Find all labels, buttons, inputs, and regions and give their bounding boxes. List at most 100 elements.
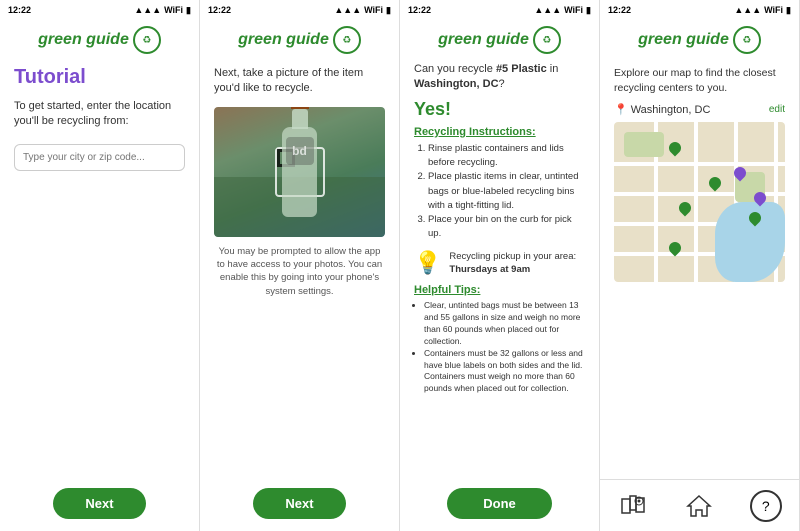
map-description: Explore our map to find the closest recy… xyxy=(614,66,785,95)
helpful-title: Helpful Tips: xyxy=(414,284,585,296)
pickup-time: Thursdays at 9am xyxy=(449,264,530,275)
app-header-1: green guide ♻ xyxy=(0,20,199,58)
signal-icon-4: ▲▲▲ xyxy=(734,5,761,15)
wifi-icon-3: WiFi xyxy=(564,5,583,15)
yes-text: Yes! xyxy=(414,99,585,120)
logo-circle-1: ♻ xyxy=(133,26,161,54)
instruction-1: Rinse plastic containers and lids before… xyxy=(428,142,585,171)
location-pin-icon: 📍 xyxy=(614,103,628,116)
screen4-content: Explore our map to find the closest recy… xyxy=(600,58,799,479)
bottle-body: bd xyxy=(282,127,317,217)
screen3-button-area: Done xyxy=(400,480,599,531)
bottle-image: bd xyxy=(214,107,385,237)
lightbulb-icon: 💡 xyxy=(414,250,441,276)
battery-icon-4: ▮ xyxy=(786,5,791,16)
screen3-main: Can you recycle #5 Plastic in Washington… xyxy=(400,58,599,480)
screen-camera: 12:22 ▲▲▲ WiFi ▮ green guide ♻ Next, tak… xyxy=(200,0,400,531)
instruction-3: Place your bin on the curb for pick up. xyxy=(428,213,585,242)
question-mark: ? xyxy=(762,498,770,514)
instructions-title: Recycling Instructions: xyxy=(414,126,585,138)
tip-2: Containers must be 32 gallons or less an… xyxy=(424,348,585,396)
battery-icon-3: ▮ xyxy=(586,5,591,16)
status-bar-1: 12:22 ▲▲▲ WiFi ▮ xyxy=(0,0,199,20)
screen-recycling-info: 12:22 ▲▲▲ WiFi ▮ green guide ♻ Can you r… xyxy=(400,0,600,531)
pickup-box: 💡 Recycling pickup in your area: Thursda… xyxy=(414,250,585,277)
wifi-icon: WiFi xyxy=(164,5,183,15)
time-1: 12:22 xyxy=(8,5,31,15)
nav-bar: ? xyxy=(600,479,799,531)
done-button[interactable]: Done xyxy=(447,488,552,519)
help-circle-icon: ? xyxy=(750,490,782,522)
recycle-symbol-2: ♻ xyxy=(342,35,351,46)
tip-1: Clear, untinted bags must be between 13 … xyxy=(424,300,585,348)
logo-circle-4: ♻ xyxy=(733,26,761,54)
screen-map: 12:22 ▲▲▲ WiFi ▮ green guide ♻ Explore o… xyxy=(600,0,800,531)
location-input[interactable] xyxy=(14,144,185,171)
signal-icon: ▲▲▲ xyxy=(134,5,161,15)
app-logo-4: green guide ♻ xyxy=(638,26,761,54)
camera-description: Next, take a picture of the item you'd l… xyxy=(214,66,385,97)
helpful-tips-list: Clear, untinted bags must be between 13 … xyxy=(414,300,585,395)
status-bar-4: 12:22 ▲▲▲ WiFi ▮ xyxy=(600,0,799,20)
recycle-symbol-1: ♻ xyxy=(142,35,151,46)
map-container[interactable] xyxy=(614,122,785,282)
time-3: 12:22 xyxy=(408,5,431,15)
battery-icon: ▮ xyxy=(186,5,191,16)
app-name-2: green guide xyxy=(238,31,329,49)
app-logo-1: green guide ♻ xyxy=(38,26,161,54)
time-4: 12:22 xyxy=(608,5,631,15)
status-bar-2: 12:22 ▲▲▲ WiFi ▮ xyxy=(200,0,399,20)
nav-home[interactable] xyxy=(674,486,724,526)
map-location-left: 📍 Washington, DC xyxy=(614,103,710,116)
edit-link[interactable]: edit xyxy=(769,104,785,115)
map-pin-1[interactable] xyxy=(667,140,684,157)
logo-circle-3: ♻ xyxy=(533,26,561,54)
time-2: 12:22 xyxy=(208,5,231,15)
app-name-3: green guide xyxy=(438,31,529,49)
wifi-icon-4: WiFi xyxy=(764,5,783,15)
road-v2 xyxy=(694,122,698,282)
map-nav-icon xyxy=(619,492,647,520)
instructions-list: Rinse plastic containers and lids before… xyxy=(414,142,585,242)
map-pin-2[interactable] xyxy=(707,175,724,192)
plastic-type: #5 Plastic xyxy=(496,63,547,75)
pickup-text: Recycling pickup in your area: Thursdays… xyxy=(449,250,576,277)
bottle-neck xyxy=(292,109,308,129)
instruction-2: Place plastic items in clear, untinted b… xyxy=(428,170,585,213)
app-header-3: green guide ♻ xyxy=(400,20,599,58)
map-city-name: Washington, DC xyxy=(631,104,711,116)
recycle-symbol-4: ♻ xyxy=(742,35,751,46)
status-bar-3: 12:22 ▲▲▲ WiFi ▮ xyxy=(400,0,599,20)
tutorial-title: Tutorial xyxy=(14,66,185,89)
next-button-2[interactable]: Next xyxy=(253,488,345,519)
logo-circle-2: ♻ xyxy=(333,26,361,54)
home-nav-icon xyxy=(685,492,713,520)
location-name: Washington, DC xyxy=(414,78,499,90)
wifi-icon-2: WiFi xyxy=(364,5,383,15)
screen2-button-area: Next xyxy=(200,480,399,531)
recycle-symbol-3: ♻ xyxy=(542,35,551,46)
app-name-1: green guide xyxy=(38,31,129,49)
signal-icon-2: ▲▲▲ xyxy=(334,5,361,15)
app-logo-2: green guide ♻ xyxy=(238,26,361,54)
screen2-content: Next, take a picture of the item you'd l… xyxy=(200,58,399,480)
screen1-content: Tutorial To get started, enter the locat… xyxy=(0,58,199,480)
photo-permission-text: You may be prompted to allow the app to … xyxy=(214,245,385,298)
recycle-question: Can you recycle #5 Plastic in Washington… xyxy=(414,62,585,93)
road-h1 xyxy=(614,162,785,166)
map-green-1 xyxy=(624,132,664,157)
tutorial-description: To get started, enter the location you'l… xyxy=(14,99,185,130)
app-header-4: green guide ♻ xyxy=(600,20,799,58)
map-pin-3[interactable] xyxy=(677,200,694,217)
battery-icon-2: ▮ xyxy=(386,5,391,16)
app-name-4: green guide xyxy=(638,31,729,49)
nav-map[interactable] xyxy=(608,486,658,526)
app-logo-3: green guide ♻ xyxy=(438,26,561,54)
screen-tutorial: 12:22 ▲▲▲ WiFi ▮ green guide ♻ Tutorial … xyxy=(0,0,200,531)
app-header-2: green guide ♻ xyxy=(200,20,399,58)
map-location-bar: 📍 Washington, DC edit xyxy=(614,103,785,116)
screen1-button-area: Next xyxy=(0,480,199,531)
signal-icon-3: ▲▲▲ xyxy=(534,5,561,15)
next-button-1[interactable]: Next xyxy=(53,488,145,519)
nav-help[interactable]: ? xyxy=(741,486,791,526)
